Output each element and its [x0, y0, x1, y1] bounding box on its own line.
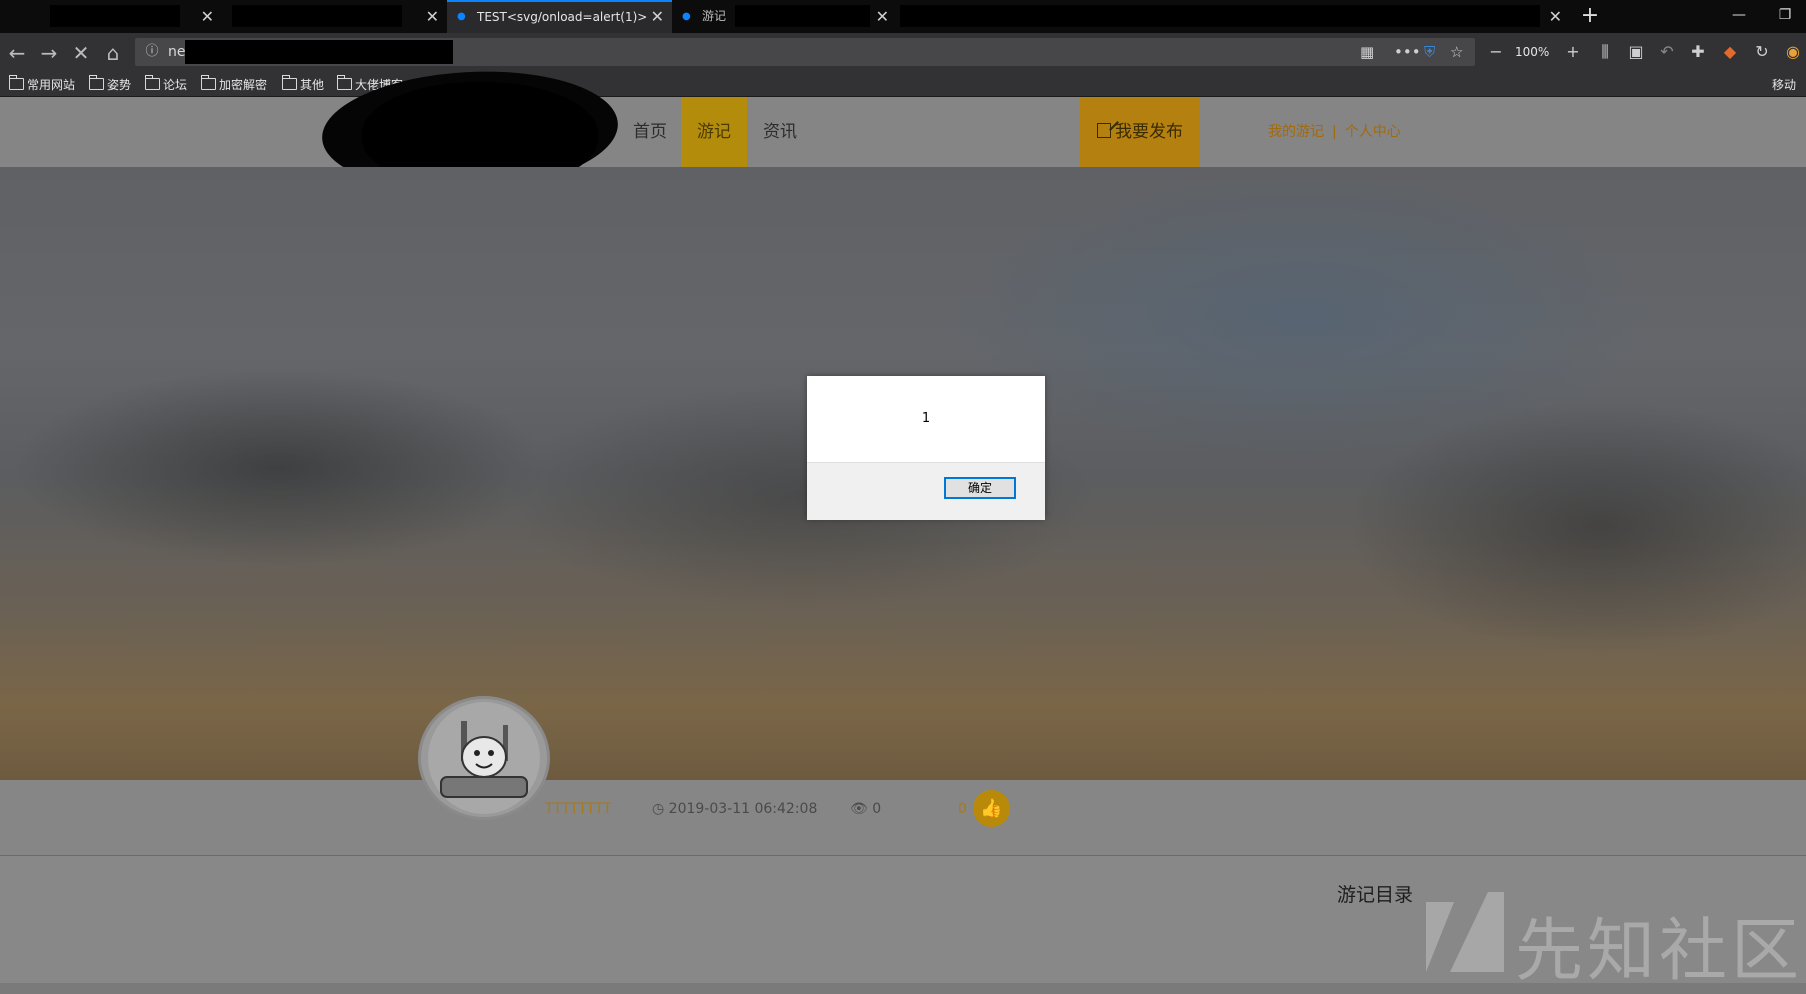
qr-code-icon[interactable]: ▦	[1360, 38, 1374, 66]
url-text: ne	[168, 44, 186, 60]
more-actions-icon[interactable]: •••	[1394, 38, 1421, 66]
bookmarks-toolbar: 常用网站 姿势 论坛 加密解密 其他 大佬博客 移动	[0, 73, 1806, 97]
eye-icon: 👁	[850, 801, 868, 817]
post-meta-bar	[0, 780, 1806, 856]
bookmark-folder[interactable]: 常用网站	[9, 75, 75, 94]
user-links: 我的游记 | 个人中心	[1268, 97, 1401, 167]
tab-title: TEST<svg/onload=alert(1)>	[477, 10, 648, 24]
back-icon[interactable]: ←	[2, 38, 32, 68]
author-name[interactable]: TTTTTTTT	[545, 801, 612, 817]
nav-travel[interactable]: 游记	[681, 97, 747, 167]
nav-news[interactable]: 资讯	[747, 97, 813, 167]
browser-tab-active[interactable]: ● TEST<svg/onload=alert(1)> ✕	[447, 0, 672, 33]
minimize-icon[interactable]: —	[1716, 0, 1762, 33]
browser-tab[interactable]: ✕	[1525, 0, 1570, 33]
site-header	[0, 97, 1806, 167]
tab-title: 游记	[702, 9, 727, 23]
extension-icon[interactable]: ✚	[1685, 38, 1711, 66]
publish-button[interactable]: 我要发布	[1080, 97, 1200, 167]
tab-strip: ✕ ✕ ● TEST<svg/onload=alert(1)> ✕ ● 游记 ✕…	[0, 0, 1806, 33]
bookmark-folder[interactable]: 加密解密	[201, 75, 267, 94]
loading-dot-icon: ●	[457, 11, 466, 22]
home-icon[interactable]: ⌂	[98, 38, 128, 68]
info-icon[interactable]: ⓘ	[142, 38, 162, 66]
menu-icon[interactable]: ◉	[1780, 38, 1806, 66]
addon-icon[interactable]: ◆	[1717, 38, 1743, 66]
like-count: 0	[958, 801, 967, 817]
sync-icon[interactable]: ↻	[1749, 38, 1775, 66]
bookmark-folder[interactable]: 姿势	[89, 75, 131, 94]
new-tab-button[interactable]: +	[1577, 0, 1603, 33]
forward-icon[interactable]: →	[34, 38, 64, 68]
my-travel-link[interactable]: 我的游记	[1268, 124, 1324, 140]
library-icon[interactable]: ⫼	[1592, 38, 1618, 66]
bookmark-folder[interactable]: 论坛	[145, 75, 187, 94]
alert-dialog: 1 确定	[807, 376, 1045, 520]
author-avatar[interactable]	[418, 696, 550, 820]
zoom-in-icon[interactable]: +	[1560, 38, 1586, 66]
redaction	[50, 5, 180, 27]
nav-home[interactable]: 首页	[620, 97, 680, 167]
loading-dot-icon: ●	[682, 11, 691, 22]
folder-icon	[337, 75, 352, 90]
post-date: ◷ 2019-03-11 06:42:08	[652, 801, 818, 817]
alert-message: 1	[921, 411, 931, 426]
close-tab-icon[interactable]: ✕	[651, 2, 664, 32]
view-count: 👁 0	[850, 801, 882, 817]
tracking-icon[interactable]: ⛨	[1424, 38, 1435, 66]
undo-icon[interactable]: ↶	[1654, 38, 1680, 66]
folder-icon	[145, 75, 160, 90]
edit-icon	[1097, 123, 1111, 138]
close-tab-icon[interactable]: ✕	[1549, 0, 1562, 33]
watermark-logo-icon	[1426, 892, 1504, 972]
link-separator: |	[1332, 124, 1337, 140]
redaction	[735, 5, 870, 27]
watermark-text: 先知社区	[1515, 912, 1804, 991]
user-center-link[interactable]: 个人中心	[1345, 124, 1401, 140]
folder-icon	[9, 75, 24, 90]
stop-icon[interactable]: ✕	[66, 38, 96, 68]
restore-icon[interactable]: ❐	[1762, 0, 1806, 33]
avatar-illustration	[428, 702, 540, 814]
toc-title: 游记目录	[1337, 884, 1414, 906]
folder-icon	[282, 75, 297, 90]
redaction	[185, 40, 453, 64]
close-tab-icon[interactable]: ✕	[876, 0, 889, 33]
zoom-out-icon[interactable]: −	[1483, 38, 1509, 66]
folder-icon	[89, 75, 104, 90]
bookmark-star-icon[interactable]: ☆	[1450, 38, 1463, 66]
close-tab-icon[interactable]: ✕	[426, 0, 439, 33]
mobile-bookmarks[interactable]: 移动	[1772, 76, 1796, 94]
redaction	[232, 5, 402, 27]
clock-icon: ◷	[652, 801, 665, 817]
zoom-level[interactable]: 100%	[1515, 38, 1549, 66]
thumbs-up-icon[interactable]: 👍	[973, 790, 1010, 827]
alert-ok-button[interactable]: 确定	[944, 477, 1016, 499]
close-tab-icon[interactable]: ✕	[201, 0, 214, 33]
redaction	[900, 5, 1540, 27]
reader-icon[interactable]: ▣	[1623, 38, 1649, 66]
bookmark-folder[interactable]: 其他	[282, 75, 324, 94]
folder-icon	[201, 75, 216, 90]
